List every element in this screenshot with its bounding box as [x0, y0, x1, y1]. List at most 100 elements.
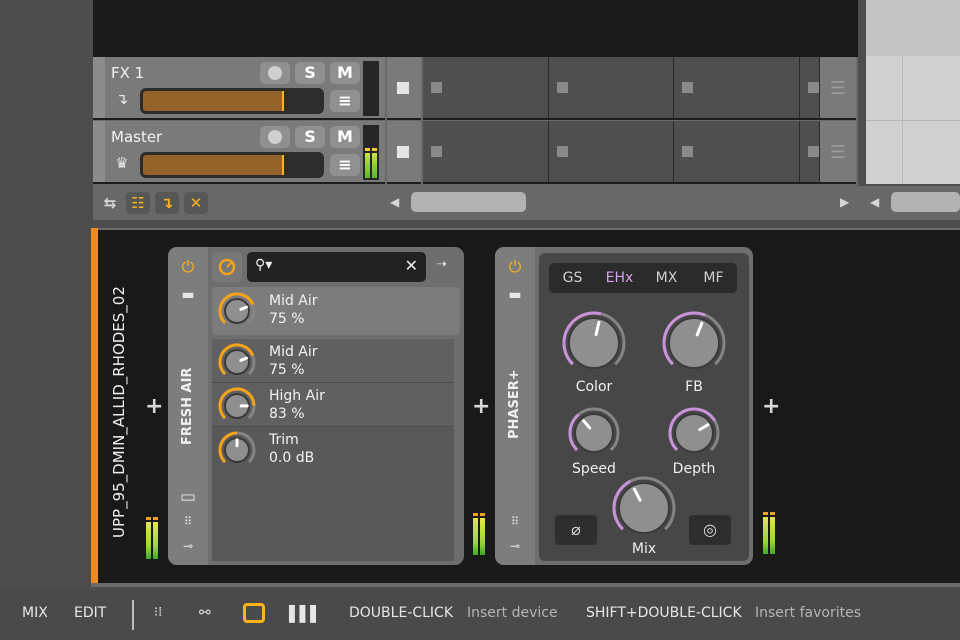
- search-icon: ⚲▾: [255, 257, 273, 273]
- knob-label: FB: [685, 379, 703, 395]
- remote-controls-icon: [218, 258, 236, 276]
- clip-slot[interactable]: [549, 121, 674, 184]
- scroll-right-arrow[interactable]: ▶: [840, 195, 849, 209]
- clip-slot-icon: [682, 146, 693, 157]
- device-name[interactable]: FRESH AIR: [180, 368, 195, 445]
- folder-icon[interactable]: ▬: [495, 287, 535, 303]
- hint-text: Insert favorites: [755, 605, 862, 621]
- modulator-icon[interactable]: ⊸: [495, 539, 535, 553]
- arranger-empty-area: [93, 0, 858, 57]
- automation-icon[interactable]: ⚯: [199, 605, 211, 621]
- device-sidebar: ⏻ ▬ PHASER+ ⠿ ⊸: [495, 247, 535, 565]
- device-chain-track-name: UPP_95_DMIN_ALLID_RHODES_02: [110, 286, 128, 538]
- clip-slot-icon: [808, 82, 819, 93]
- clip-slot-icon: [682, 82, 693, 93]
- clip-slot[interactable]: [423, 121, 549, 184]
- param-row[interactable]: Mid Air 75 %: [212, 339, 454, 383]
- clip-slot[interactable]: [674, 57, 800, 120]
- track-name: FX 1: [111, 64, 145, 82]
- mix-tab[interactable]: MIX: [22, 605, 48, 621]
- hint-text: Insert device: [467, 605, 558, 621]
- volume-fill: [143, 91, 282, 111]
- tab-ehx[interactable]: EHx: [596, 263, 643, 293]
- clear-search-icon[interactable]: ✕: [405, 256, 418, 275]
- inspector-panel: [866, 0, 960, 184]
- knob-pointer: [239, 356, 248, 362]
- tab-mx[interactable]: MX: [643, 263, 690, 293]
- track-header-master[interactable]: Master ♛ S M ≡: [93, 121, 385, 184]
- horizontal-scrollbar[interactable]: [411, 192, 526, 212]
- arrow-right-icon[interactable]: ➝: [436, 257, 447, 272]
- tab-mf[interactable]: MF: [690, 263, 737, 293]
- record-arm-button[interactable]: [260, 126, 290, 148]
- inspector-scrollbar-area: ◀: [858, 186, 960, 220]
- mute-button[interactable]: M: [330, 62, 360, 84]
- mixer-icon[interactable]: ▌▌▌: [289, 605, 322, 623]
- stop-icon: [397, 82, 409, 94]
- clip-slot-icon: [557, 82, 568, 93]
- knob-depth[interactable]: [667, 406, 721, 460]
- clip-slot[interactable]: [800, 121, 820, 184]
- phase-invert-button[interactable]: ⌀: [555, 515, 597, 545]
- window-icon[interactable]: ▭: [168, 487, 208, 507]
- power-icon[interactable]: ⏻: [168, 257, 208, 277]
- knob-color[interactable]: [561, 310, 627, 376]
- scene-launch-icon[interactable]: ☰: [820, 121, 856, 184]
- stop-clip-button[interactable]: [387, 121, 421, 184]
- scroll-left-arrow[interactable]: ◀: [390, 195, 399, 209]
- track-menu-button[interactable]: ≡: [330, 154, 360, 176]
- tab-gs[interactable]: GS: [549, 263, 596, 293]
- solo-button[interactable]: S: [295, 126, 325, 148]
- device-panel-icon[interactable]: [243, 603, 265, 623]
- param-value: 83 %: [269, 406, 305, 422]
- swap-icon[interactable]: ⇆: [98, 192, 122, 214]
- volume-fader[interactable]: [140, 152, 324, 178]
- track-header-fx1[interactable]: FX 1 ↴ S M ≡: [93, 57, 385, 120]
- scene-launch-icon[interactable]: ☰: [820, 57, 856, 120]
- note-editor-icon[interactable]: ⁝⁞: [154, 605, 162, 620]
- search-field[interactable]: ⚲▾ ✕: [247, 252, 426, 282]
- mute-button[interactable]: M: [330, 126, 360, 148]
- knob-fb[interactable]: [661, 310, 727, 376]
- param-header-row[interactable]: Mid Air 75 %: [212, 287, 460, 335]
- remote-controls-toggle[interactable]: [212, 252, 242, 282]
- volume-fader[interactable]: [140, 88, 324, 114]
- param-value: 0.0 dB: [269, 450, 315, 466]
- knob-mix[interactable]: [611, 475, 677, 541]
- grid-dots-icon[interactable]: ⠿: [495, 515, 535, 528]
- track-menu-button[interactable]: ≡: [330, 90, 360, 112]
- track-meter: [363, 61, 379, 116]
- clip-slot[interactable]: [423, 57, 549, 120]
- record-arm-button[interactable]: [260, 62, 290, 84]
- add-device-button[interactable]: +: [472, 394, 490, 419]
- knob-speed[interactable]: [567, 406, 621, 460]
- param-row[interactable]: High Air 83 %: [212, 383, 454, 427]
- return-arrow-icon[interactable]: ↴: [155, 192, 179, 214]
- clip-launcher-icon[interactable]: ☷: [126, 192, 150, 214]
- clip-slot[interactable]: [674, 121, 800, 184]
- clip-slot[interactable]: [549, 57, 674, 120]
- knob-high-air: [218, 387, 256, 420]
- scroll-left-arrow[interactable]: ◀: [870, 195, 879, 209]
- clip-slot-icon: [808, 146, 819, 157]
- clip-slot[interactable]: [800, 57, 820, 120]
- grid-dots-icon[interactable]: ⠿: [168, 515, 208, 528]
- track-color-accent: [91, 228, 98, 584]
- param-row[interactable]: Trim 0.0 dB: [212, 427, 454, 471]
- stop-clip-button[interactable]: [387, 57, 421, 120]
- track-color-strip: [93, 57, 105, 118]
- edit-tab[interactable]: EDIT: [74, 605, 106, 621]
- device-name[interactable]: PHASER+: [507, 369, 522, 439]
- horizontal-scrollbar[interactable]: [891, 192, 960, 212]
- send-arrow-icon: ↴: [115, 90, 129, 108]
- add-device-button[interactable]: +: [762, 394, 780, 419]
- modulator-icon[interactable]: ⊸: [168, 539, 208, 553]
- stereo-button[interactable]: ◎: [689, 515, 731, 545]
- power-icon[interactable]: ⏻: [495, 257, 535, 277]
- volume-cursor: [281, 91, 284, 111]
- folder-icon[interactable]: ▬: [168, 287, 208, 303]
- add-device-button[interactable]: +: [145, 394, 163, 419]
- hint-key: SHIFT+DOUBLE-CLICK: [586, 605, 742, 621]
- solo-button[interactable]: S: [295, 62, 325, 84]
- close-icon[interactable]: ✕: [184, 192, 208, 214]
